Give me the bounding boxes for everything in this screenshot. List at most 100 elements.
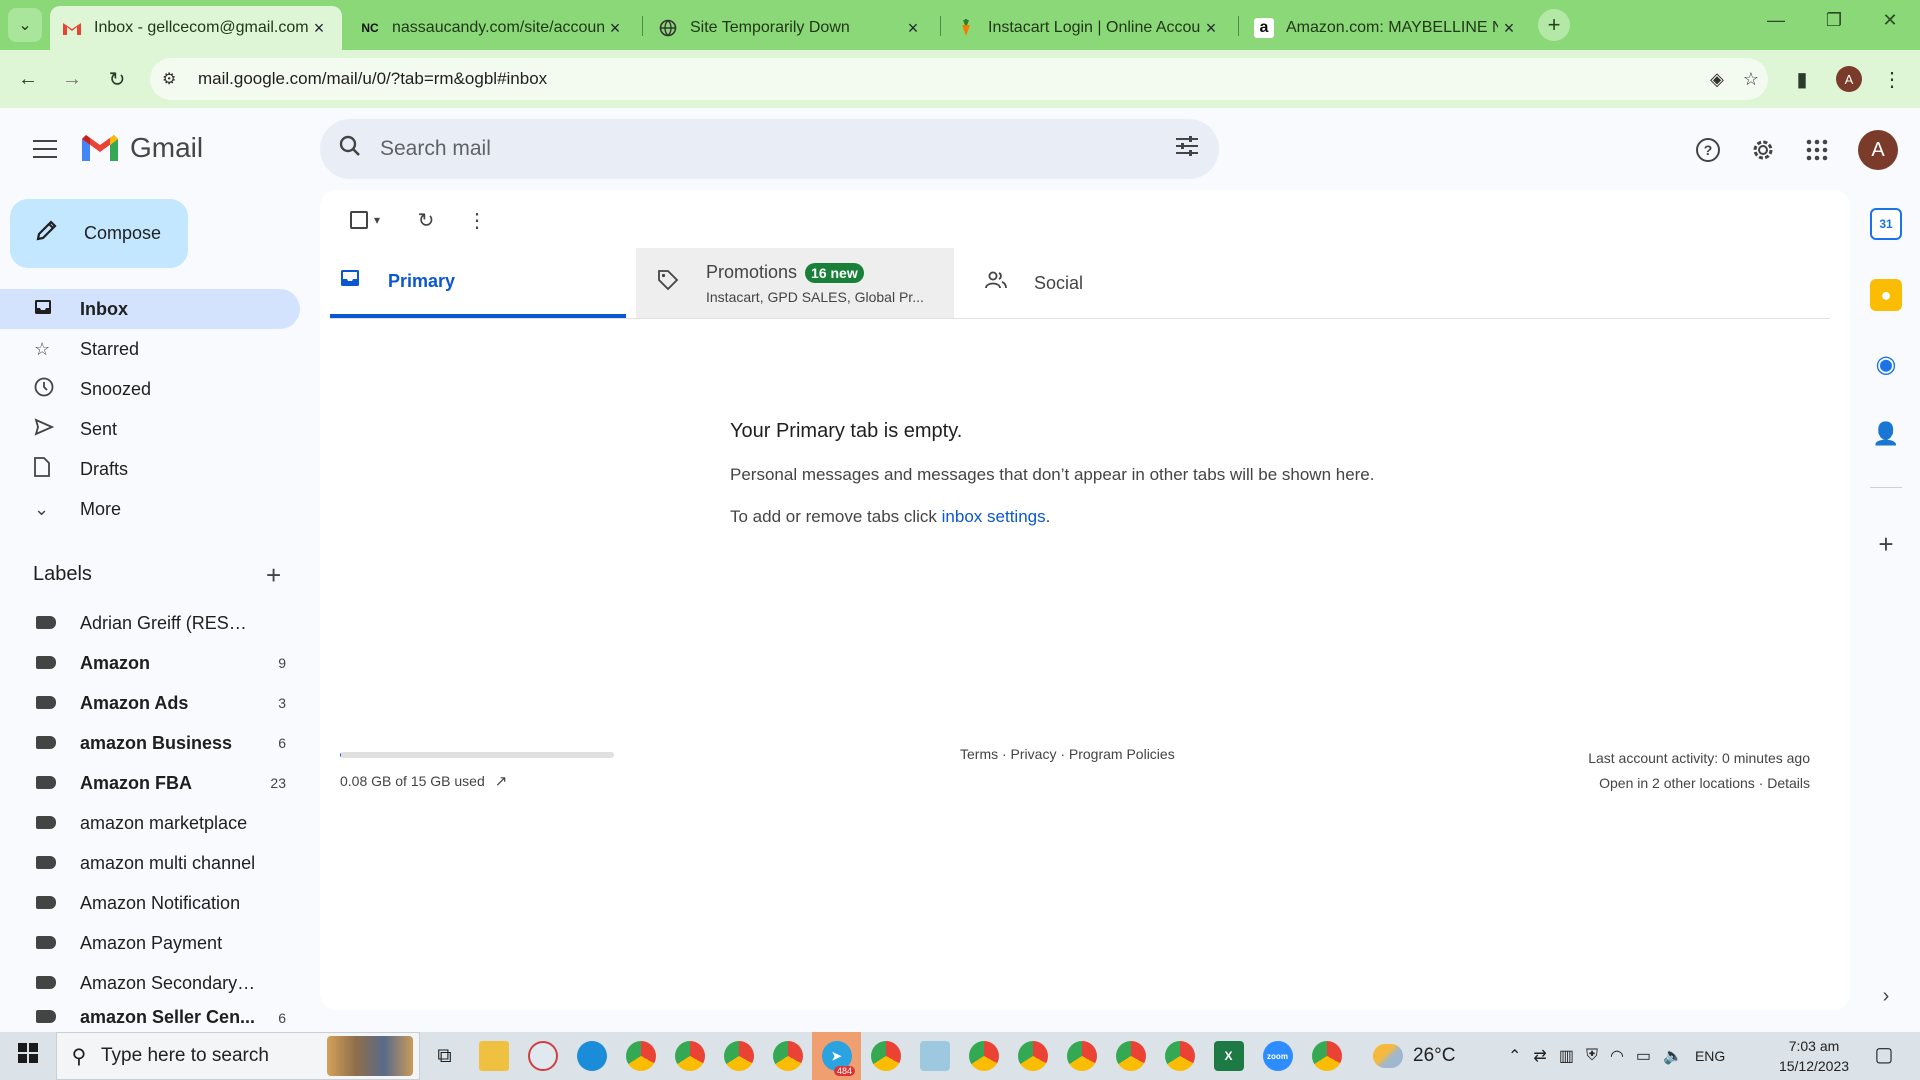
chrome-profile-icon[interactable] (1008, 1032, 1057, 1080)
label-item[interactable]: amazon Seller Cen... 6 (0, 1003, 300, 1032)
taskbar-search-box[interactable]: ⚲ Type here to search (56, 1032, 420, 1080)
bookmark-star-icon[interactable]: ☆ (1734, 69, 1768, 90)
chrome-profile-icon[interactable] (959, 1032, 1008, 1080)
url-text[interactable]: mail.google.com/mail/u/0/?tab=rm&ogbl#in… (198, 69, 1700, 89)
forward-arrow-icon[interactable]: → (56, 63, 88, 95)
clock[interactable]: 7:03 am 15/12/2023 (1768, 1036, 1860, 1076)
footer-links[interactable]: Terms · Privacy · Program Policies (960, 746, 1175, 762)
edge-browser-icon[interactable] (567, 1032, 616, 1080)
paint-app-icon[interactable] (518, 1032, 567, 1080)
open-external-icon[interactable]: ↗ (495, 772, 508, 790)
chrome-profile-icon[interactable] (1155, 1032, 1204, 1080)
label-item[interactable]: Amazon FBA 23 (0, 763, 300, 803)
task-view-icon[interactable]: ⧉ (420, 1032, 469, 1080)
label-item[interactable]: Adrian Greiff (RESALE C... (0, 603, 300, 643)
apps-grid-icon[interactable] (1797, 130, 1837, 170)
help-icon[interactable]: ? (1688, 130, 1728, 170)
windows-start-icon[interactable] (0, 1043, 56, 1069)
battery-icon[interactable]: ▭ (1636, 1046, 1651, 1066)
close-icon[interactable]: × (604, 18, 626, 39)
address-bar[interactable]: ⚙ mail.google.com/mail/u/0/?tab=rm&ogbl#… (150, 58, 1768, 100)
tab-social[interactable]: Social (964, 248, 1260, 318)
notifications-icon[interactable]: ▢ (1864, 1042, 1904, 1067)
nav-item-more[interactable]: ⌄ More (0, 489, 300, 529)
nav-item-inbox[interactable]: Inbox (0, 289, 300, 329)
chrome-profile-icon[interactable] (665, 1032, 714, 1080)
language-indicator[interactable]: ENG (1695, 1048, 1725, 1064)
inbox-settings-link[interactable]: inbox settings (942, 507, 1046, 526)
settings-gear-icon[interactable] (1743, 130, 1783, 170)
nav-item-snoozed[interactable]: Snoozed (0, 369, 300, 409)
site-info-icon[interactable]: ⚙ (162, 69, 184, 89)
browser-tab-nassaucandy[interactable]: NC nassaucandy.com/site/account/ × (348, 6, 638, 50)
notes-app-icon[interactable] (910, 1032, 959, 1080)
chrome-profile-icon[interactable] (763, 1032, 812, 1080)
chrome-profile-icon[interactable] (861, 1032, 910, 1080)
close-icon[interactable]: × (308, 18, 330, 39)
label-item[interactable]: Amazon Payment (0, 923, 300, 963)
tray-app-icon[interactable]: ▥ (1559, 1046, 1574, 1066)
volume-icon[interactable]: 🔈 (1663, 1046, 1683, 1066)
calendar-icon[interactable]: 31 (1870, 208, 1902, 240)
label-item[interactable]: Amazon 9 (0, 643, 300, 683)
label-item[interactable]: Amazon Notification (0, 883, 300, 923)
tasks-icon[interactable]: ◉ (1870, 348, 1902, 380)
keep-icon[interactable]: ● (1870, 279, 1902, 311)
search-bar[interactable]: Search mail (320, 119, 1219, 179)
profile-avatar[interactable]: A (1836, 66, 1862, 92)
add-addon-icon[interactable]: + (1870, 528, 1902, 560)
contacts-icon[interactable]: 👤 (1870, 418, 1902, 450)
taskbar-search-input[interactable]: Type here to search (101, 1045, 327, 1067)
more-actions-icon[interactable]: ⋮ (461, 204, 493, 236)
reload-icon[interactable]: ↻ (101, 63, 133, 95)
excel-icon[interactable]: X (1204, 1032, 1253, 1080)
new-tab-button[interactable]: + (1538, 9, 1570, 41)
extension-diamond-icon[interactable]: ◈ (1700, 69, 1734, 90)
tab-primary[interactable]: Primary (330, 248, 626, 318)
weather-widget[interactable]: 26°C (1373, 1044, 1455, 1068)
account-avatar[interactable]: A (1858, 130, 1898, 170)
chrome-icon[interactable] (1302, 1032, 1351, 1080)
wifi-icon[interactable]: ◠ (1610, 1046, 1624, 1066)
file-explorer-icon[interactable] (469, 1032, 518, 1080)
refresh-icon[interactable]: ↻ (410, 204, 442, 236)
label-item[interactable]: amazon Business 6 (0, 723, 300, 763)
search-options-icon[interactable] (1155, 136, 1219, 162)
close-icon[interactable]: × (1498, 18, 1520, 39)
gmail-logo[interactable]: Gmail (80, 132, 203, 164)
other-locations-link[interactable]: Open in 2 other locations · Details (1588, 771, 1810, 796)
telegram-icon[interactable]: ➤ 484 (812, 1032, 861, 1080)
browser-tab-site-down[interactable]: Site Temporarily Down × (646, 6, 936, 50)
browser-tab-instacart[interactable]: Instacart Login | Online Account × (944, 6, 1234, 50)
kebab-menu-icon[interactable]: ⋮ (1876, 63, 1908, 95)
search-input[interactable]: Search mail (380, 137, 1155, 161)
nav-item-drafts[interactable]: Drafts (0, 449, 300, 489)
label-item[interactable]: amazon marketplace (0, 803, 300, 843)
browser-tab-gmail[interactable]: Inbox - gellcecom@gmail.com × (50, 6, 342, 50)
label-item[interactable]: amazon multi channel (0, 843, 300, 883)
tab-promotions[interactable]: Promotions 16 new Instacart, GPD SALES, G… (636, 248, 954, 318)
restore-icon[interactable]: ❐ (1814, 10, 1854, 31)
tab-search-button[interactable]: ⌄ (8, 8, 42, 42)
add-label-icon[interactable]: + (266, 560, 281, 591)
back-arrow-icon[interactable]: ← (12, 63, 44, 95)
close-icon[interactable]: × (1200, 18, 1222, 39)
window-close-icon[interactable]: ✕ (1870, 10, 1910, 31)
chrome-profile-icon[interactable] (616, 1032, 665, 1080)
compose-button[interactable]: Compose (10, 199, 188, 268)
side-panel-icon[interactable]: ▮ (1786, 63, 1818, 95)
label-item[interactable]: Amazon Secondary Invit... (0, 963, 300, 1003)
nav-item-starred[interactable]: ☆ Starred (0, 329, 300, 369)
chevron-right-icon[interactable]: › (1870, 980, 1902, 1012)
search-icon[interactable] (320, 135, 380, 163)
security-shield-icon[interactable]: ⛨ (1586, 1047, 1598, 1065)
label-item[interactable]: Amazon Ads 3 (0, 683, 300, 723)
chrome-profile-icon[interactable] (1057, 1032, 1106, 1080)
minimize-icon[interactable]: — (1756, 10, 1796, 31)
zoom-icon[interactable]: zoom (1253, 1032, 1302, 1080)
nav-item-sent[interactable]: Sent (0, 409, 300, 449)
chrome-profile-icon[interactable] (1106, 1032, 1155, 1080)
main-menu-icon[interactable] (28, 136, 62, 162)
select-all-checkbox[interactable]: ▾ (340, 204, 390, 236)
close-icon[interactable]: × (902, 18, 924, 39)
